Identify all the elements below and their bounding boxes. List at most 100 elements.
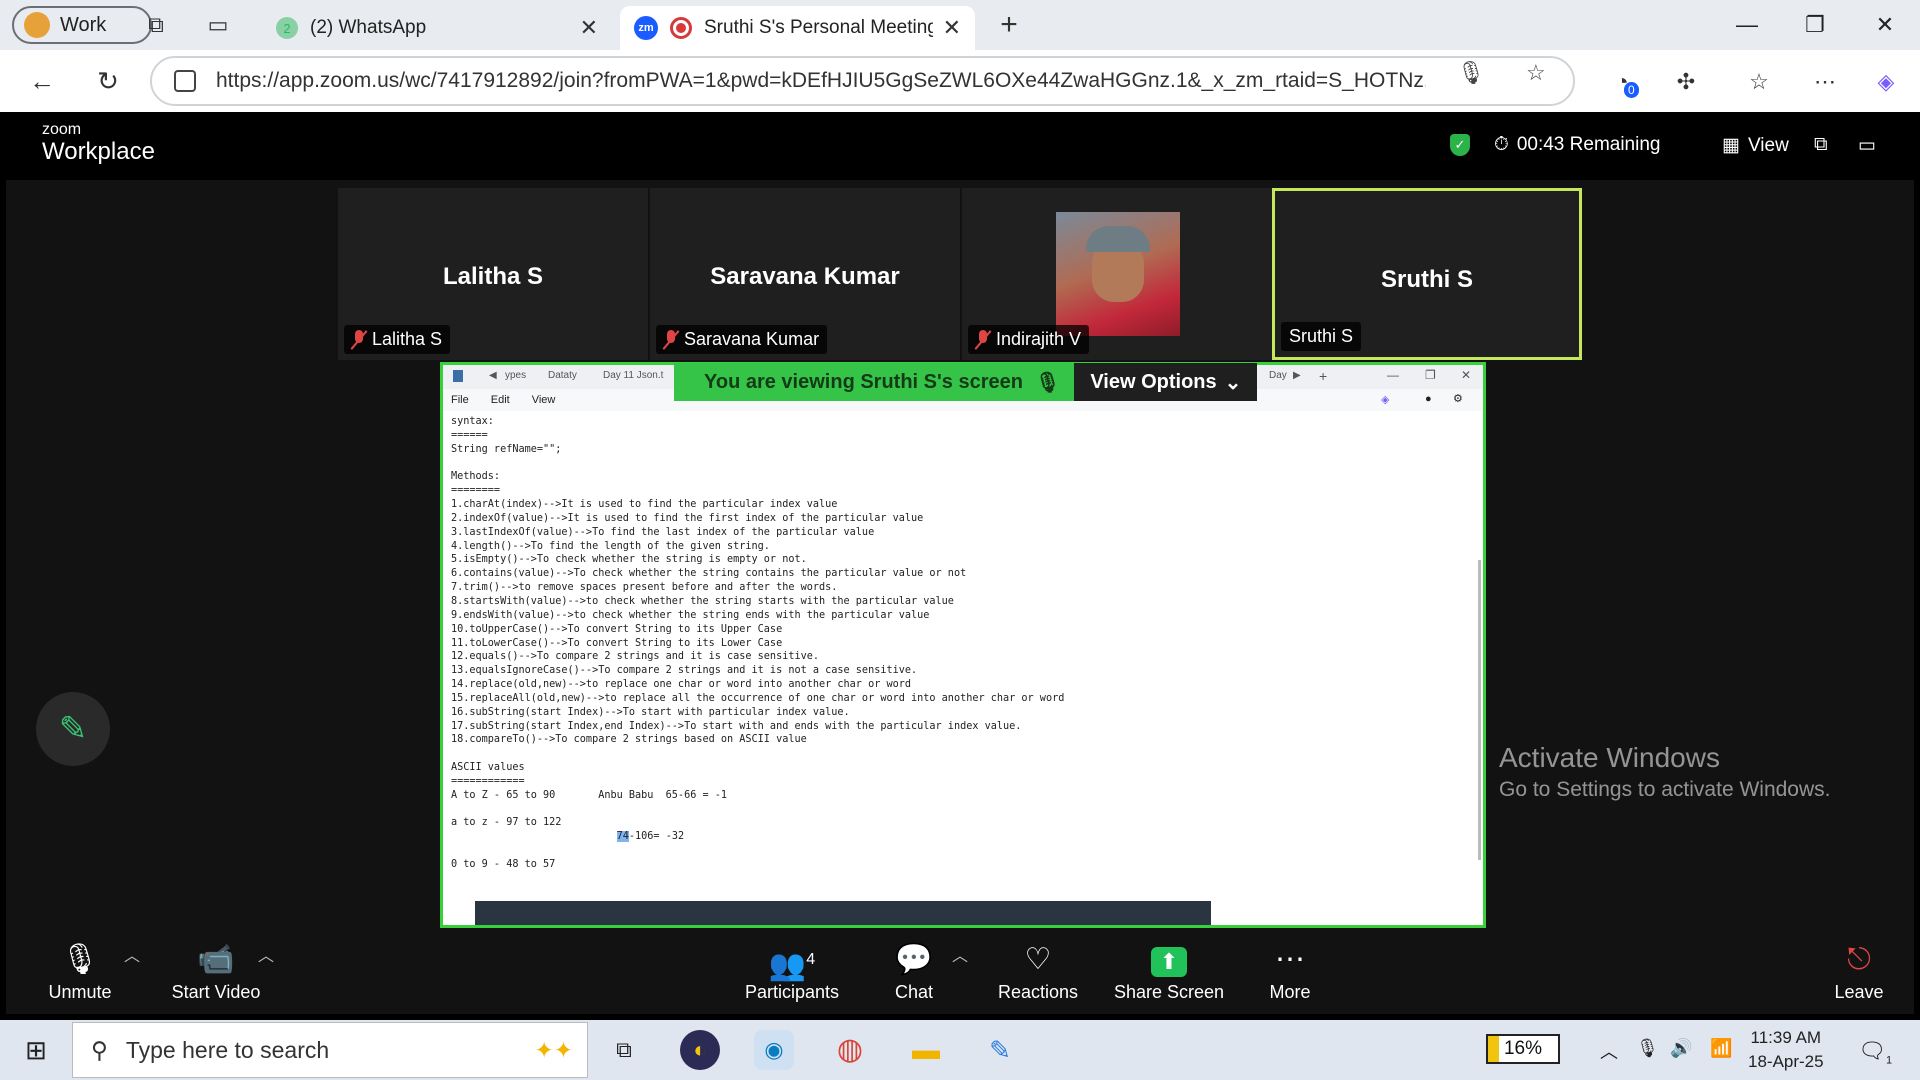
participant-tag-label: Indirajith V: [996, 329, 1082, 349]
zoom-header: zoom Workplace ✓ ⏱ 00:43 Remaining ▦ Vie…: [6, 112, 1914, 180]
leave-button[interactable]: ⎋ Leave: [1824, 938, 1894, 1014]
meeting-timer[interactable]: ⏱ 00:43 Remaining: [1494, 134, 1660, 156]
restore-icon[interactable]: ❐: [1795, 8, 1835, 42]
notepad-line: a to z - 97 to 122: [451, 817, 562, 829]
participants-count: 4: [806, 951, 816, 968]
file-explorer-icon[interactable]: ▬: [906, 1030, 946, 1070]
minimize-icon[interactable]: —: [1727, 8, 1767, 42]
shared-window-bar: [475, 901, 1211, 925]
notepad-line: syntax:: [451, 416, 494, 427]
audio-options-caret-icon[interactable]: ︿: [124, 942, 140, 966]
tab-actions-icon[interactable]: ▭: [205, 12, 231, 38]
participant-tile[interactable]: Lalitha S Lalitha S: [338, 188, 648, 360]
close-tab-icon[interactable]: ✕: [580, 15, 598, 41]
muted-mic-icon: [352, 329, 366, 350]
participants-button[interactable]: 👥4 Participants: [734, 938, 850, 1014]
notepad-line: ASCII values: [451, 762, 525, 774]
copilot-icon[interactable]: ◈: [1870, 66, 1902, 98]
notepad-line: 7.trim()-->to remove spaces present befo…: [451, 582, 838, 594]
microphone-tray-icon[interactable]: 🎙: [1636, 1038, 1659, 1059]
more-dots-icon: ⋯: [1275, 943, 1305, 976]
extension-badge: 0: [1624, 82, 1639, 98]
notepad-line: 1.charAt(index)-->It is used to find the…: [451, 499, 838, 511]
taskbar-search[interactable]: ⚲ Type here to search ✦✦: [72, 1022, 588, 1078]
notification-icon[interactable]: 🗨1: [1858, 1038, 1892, 1066]
close-window-icon[interactable]: ✕: [1865, 8, 1905, 42]
notepad-restore-icon: ❐: [1425, 368, 1436, 382]
url-field[interactable]: https://app.zoom.us/wc/7417912892/join?f…: [150, 56, 1575, 106]
notepad-tab: ypes: [505, 370, 527, 381]
address-bar-row: ← ↻ https://app.zoom.us/wc/7417912892/jo…: [0, 50, 1920, 112]
pip-icon[interactable]: ⧉: [1814, 134, 1828, 156]
favorite-star-icon[interactable]: ☆: [1526, 60, 1546, 86]
activate-title: Activate Windows: [1499, 742, 1720, 773]
search-icon: ⚲: [91, 1036, 108, 1063]
leave-label: Leave: [1834, 982, 1884, 1002]
new-tab-icon[interactable]: +: [996, 10, 1022, 40]
shared-screen[interactable]: ◀ ypes Dataty Day 11 Json.t Day ▶ + — ❐ …: [440, 362, 1486, 928]
more-button[interactable]: ⋯ More: [1250, 938, 1330, 1014]
share-screen-button[interactable]: ⬆ Share Screen: [1104, 938, 1234, 1014]
chat-button[interactable]: 💬 Chat: [874, 938, 954, 1014]
video-options-caret-icon[interactable]: ︿: [258, 942, 274, 966]
participant-name: Sruthi S: [1380, 266, 1473, 293]
task-view-icon[interactable]: ⧉: [604, 1030, 644, 1070]
windows-start-icon[interactable]: ⊞: [16, 1030, 56, 1070]
participant-tag-label: Lalitha S: [372, 329, 443, 349]
participant-tile[interactable]: Saravana Kumar Saravana Kumar: [650, 188, 960, 360]
favorites-icon[interactable]: ☆: [1743, 66, 1775, 98]
paint-icon[interactable]: ✎: [980, 1030, 1020, 1070]
unmute-label: Unmute: [48, 982, 112, 1002]
taskbar-clock[interactable]: 11:39 AM 18-Apr-25: [1748, 1026, 1824, 1074]
battery-percent: 16%: [1503, 1038, 1543, 1059]
share-screen-label: Share Screen: [1113, 982, 1225, 1002]
tab-zoom-meeting[interactable]: zm Sruthi S's Personal Meeting R ✕: [620, 6, 975, 50]
view-options-button[interactable]: View Options ⌄: [1074, 363, 1258, 401]
notepad-line: 5.isEmpty()-->To check whether the strin…: [451, 554, 807, 566]
extension-icon[interactable]: ◔ 0: [1606, 66, 1639, 98]
fullscreen-icon[interactable]: ▭: [1858, 134, 1876, 157]
participant-name: Lalitha S: [442, 263, 544, 290]
security-shield-icon[interactable]: ✓: [1450, 134, 1470, 156]
notepad-line: 17.subString(start Index,end Index)-->To…: [451, 720, 1022, 732]
muted-mic-icon: [976, 329, 990, 350]
notepad-line: [451, 457, 1064, 471]
participant-photo: [1056, 212, 1180, 336]
participants-icon: 👥4: [768, 949, 816, 982]
battery-indicator[interactable]: 16%: [1486, 1034, 1560, 1064]
notepad-line: 12.equals()-->To compare 2 strings and i…: [451, 651, 820, 663]
unmute-button[interactable]: 🎙 Unmute: [30, 938, 130, 1014]
copilot-icon: ◈: [1381, 394, 1390, 406]
view-button[interactable]: ▦ View: [1722, 134, 1789, 157]
workspaces-icon[interactable]: ⧉: [143, 12, 169, 38]
notepad-line: 8.startsWith(value)-->to check whether t…: [451, 595, 954, 607]
reactions-button[interactable]: ♡ Reactions: [984, 938, 1092, 1014]
volume-icon[interactable]: 🔊: [1670, 1038, 1692, 1059]
edge-icon[interactable]: ◉: [754, 1030, 794, 1070]
wifi-icon[interactable]: 📶: [1710, 1038, 1732, 1059]
participant-tile[interactable]: Indirajith V: [962, 188, 1272, 360]
notepad-line: ======: [451, 429, 488, 441]
chat-options-caret-icon[interactable]: ︿: [952, 942, 968, 966]
eclipse-icon[interactable]: ◐: [680, 1030, 720, 1070]
refresh-icon[interactable]: ↻: [90, 63, 126, 99]
participant-tile-active-speaker[interactable]: Sruthi S Sruthi S: [1272, 188, 1582, 360]
more-menu-icon[interactable]: ⋯: [1809, 66, 1841, 98]
tab-scroll-right-icon: ▶: [1293, 370, 1301, 381]
chrome-icon[interactable]: ◍: [830, 1030, 870, 1070]
close-tab-icon[interactable]: ✕: [943, 15, 961, 41]
notepad-line: Methods:: [451, 471, 501, 483]
viewing-banner-text: You are viewing Sruthi S's screen: [704, 370, 1023, 393]
extensions-puzzle-icon[interactable]: ✣: [1670, 66, 1702, 98]
profile-button[interactable]: Work: [12, 6, 152, 44]
tab-whatsapp[interactable]: 2 (2) WhatsApp ✕: [262, 6, 612, 50]
chevron-down-icon: ⌄: [1224, 371, 1242, 394]
tab-label: Sruthi S's Personal Meeting R: [704, 17, 933, 38]
show-hidden-icons-icon[interactable]: ︿: [1600, 1038, 1618, 1064]
notepad-line: 2.indexOf(value)-->It is used to find th…: [451, 512, 924, 524]
microphone-icon[interactable]: 🎙: [1457, 60, 1485, 86]
back-icon[interactable]: ←: [24, 63, 60, 99]
annotate-pencil-icon[interactable]: ✎: [36, 692, 110, 766]
activate-subtitle: Go to Settings to activate Windows.: [1499, 778, 1831, 801]
leave-door-icon: ⎋: [1847, 943, 1871, 976]
